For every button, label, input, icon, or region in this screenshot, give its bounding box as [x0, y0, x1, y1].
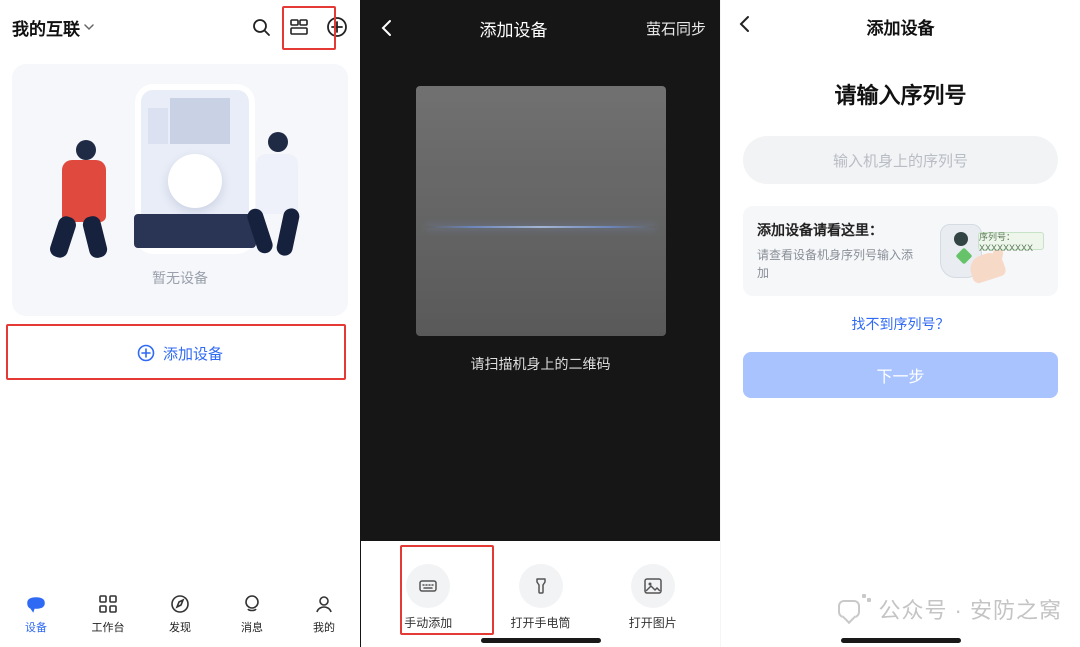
screen-enter-serial: 添加设备 请输入序列号 输入机身上的序列号 添加设备请看这里： 请查看设备机身序…: [720, 0, 1080, 647]
tab-workspace[interactable]: 工作台: [78, 593, 138, 635]
tab-label: 发现: [169, 619, 191, 635]
ezviz-sync-button[interactable]: 萤石同步: [646, 18, 706, 39]
header-title-dropdown[interactable]: 我的互联: [12, 15, 94, 40]
bell-icon: [241, 593, 263, 615]
add-device-label: 添加设备: [163, 343, 223, 364]
chevron-down-icon: [84, 22, 94, 32]
header: 我的互联: [0, 0, 360, 54]
empty-illustration: [30, 80, 330, 260]
header: 添加设备 萤石同步: [361, 0, 720, 56]
help-illustration: 序列号：XXXXXXXXX: [934, 220, 1044, 282]
camera-icon: [25, 593, 47, 615]
header-title: 添加设备: [381, 16, 646, 41]
add-device-button[interactable]: 添加设备: [12, 330, 348, 376]
empty-state-card: 暂无设备: [12, 64, 348, 316]
scan-grid-icon[interactable]: [288, 16, 310, 38]
screen-scan-qr: 添加设备 萤石同步 请扫描机身上的二维码 手动添加 打开手电筒: [360, 0, 720, 647]
plus-circle-icon: [137, 344, 155, 362]
image-icon: [631, 564, 675, 608]
tab-label: 工作台: [92, 619, 125, 635]
tab-label: 消息: [241, 619, 263, 635]
page-heading: 请输入序列号: [721, 78, 1080, 110]
flashlight-icon: [519, 564, 563, 608]
tool-label: 手动添加: [404, 614, 452, 631]
tool-label: 打开手电筒: [510, 614, 570, 631]
search-icon[interactable]: [250, 16, 272, 38]
tool-flashlight[interactable]: 打开手电筒: [496, 564, 586, 631]
next-button[interactable]: 下一步: [743, 352, 1058, 398]
tool-label: 打开图片: [629, 614, 677, 631]
scan-line: [426, 226, 656, 228]
header-title-text: 我的互联: [12, 15, 80, 40]
tool-open-image[interactable]: 打开图片: [608, 564, 698, 631]
grid-icon: [97, 593, 119, 615]
keyboard-icon: [406, 564, 450, 608]
screen-device-list: 我的互联: [0, 0, 360, 647]
serial-input-placeholder: 输入机身上的序列号: [833, 150, 968, 171]
help-title: 添加设备请看这里：: [757, 220, 924, 240]
bottom-tab-bar: 设备 工作台 发现 消息 我的: [0, 581, 360, 647]
tab-devices[interactable]: 设备: [6, 593, 66, 635]
scan-tools-bar: 手动添加 打开手电筒 打开图片: [361, 541, 720, 647]
serial-input[interactable]: 输入机身上的序列号: [743, 136, 1058, 184]
tab-profile[interactable]: 我的: [294, 593, 354, 635]
serial-badge: 序列号：XXXXXXXXX: [978, 232, 1044, 250]
tab-discover[interactable]: 发现: [150, 593, 210, 635]
user-icon: [313, 593, 335, 615]
add-plus-icon[interactable]: [326, 16, 348, 38]
tab-messages[interactable]: 消息: [222, 593, 282, 635]
empty-state-text: 暂无设备: [152, 268, 208, 288]
cannot-find-serial-link[interactable]: 找不到序列号？: [721, 314, 1080, 334]
tool-manual-add[interactable]: 手动添加: [383, 564, 473, 631]
compass-icon: [169, 593, 191, 615]
tab-label: 设备: [25, 619, 47, 635]
home-indicator: [481, 638, 601, 643]
header: 添加设备: [721, 0, 1080, 52]
tab-label: 我的: [313, 619, 335, 635]
home-indicator: [841, 638, 961, 643]
qr-viewfinder: [416, 86, 666, 336]
help-subtitle: 请查看设备机身序列号输入添加: [757, 246, 924, 282]
header-title: 添加设备: [735, 14, 1066, 39]
help-card: 添加设备请看这里： 请查看设备机身序列号输入添加 序列号：XXXXXXXXX: [743, 206, 1058, 296]
scan-hint-text: 请扫描机身上的二维码: [361, 354, 720, 374]
